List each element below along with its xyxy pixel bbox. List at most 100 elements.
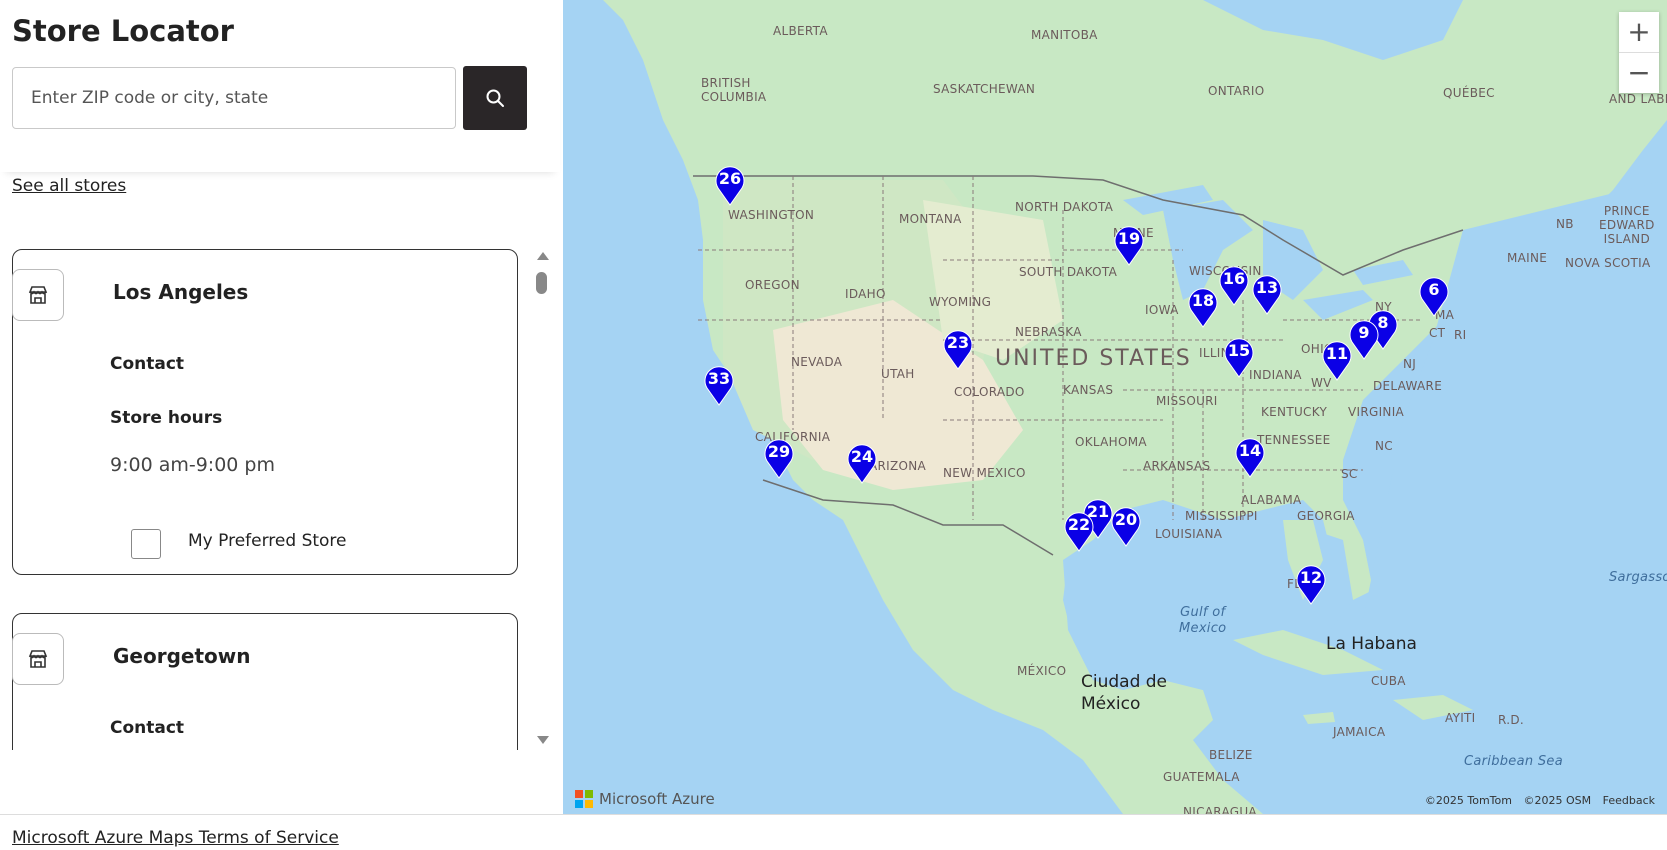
map-label-jamaica: JAMAICA [1333, 725, 1386, 739]
scroll-thumb[interactable] [536, 272, 547, 294]
map-label-nova-scotia: NOVA SCOTIA [1565, 256, 1651, 270]
map-label-mississippi: MISSISSIPPI [1185, 509, 1258, 523]
map-label-united-states: UNITED STATES [995, 346, 1192, 371]
store-pin[interactable]: 16 [1218, 262, 1250, 306]
map-label-new-mexico: NEW MEXICO [943, 466, 1026, 480]
map-label-and-labr: AND LABR [1609, 92, 1667, 106]
osm-attribution[interactable]: ©2025 OSM [1523, 794, 1591, 807]
microsoft-azure-logo: Microsoft Azure [575, 790, 715, 808]
store-pin[interactable]: 15 [1223, 334, 1255, 378]
map-label-arkansas: ARKANSAS [1143, 459, 1211, 473]
map-label-nicaragua: NICARAGUA [1183, 805, 1257, 814]
store-pin[interactable]: 24 [846, 440, 878, 484]
map-label-maine: MAINE [1507, 251, 1548, 265]
map-label-delaware: DELAWARE [1373, 379, 1443, 393]
map-label-alabama: ALABAMA [1241, 493, 1302, 507]
map-label-kentucky: KENTUCKY [1261, 405, 1328, 419]
store-pin[interactable]: 33 [703, 362, 735, 406]
store-pin[interactable]: 11 [1321, 337, 1353, 381]
store-hours-value: 9:00 am-9:00 pm [110, 454, 275, 476]
preferred-store-label: My Preferred Store [188, 531, 347, 551]
store-list-panel: Store Locator See all stores Los Angeles… [0, 0, 563, 814]
store-list-scrollbar[interactable] [535, 252, 549, 746]
store-pin[interactable]: 12 [1295, 561, 1327, 605]
zoom-out-button[interactable]: − [1619, 53, 1659, 93]
map-label-utah: UTAH [881, 367, 915, 381]
map-label-ciudad-de-mexico: Ciudad de México [1081, 672, 1168, 714]
map-label-wyoming: WYOMING [929, 295, 992, 309]
store-list[interactable]: Los Angeles Contact Store hours 9:00 am-… [0, 232, 540, 750]
zoom-in-button[interactable]: + [1619, 12, 1659, 52]
map-label-caribbean-sea: Caribbean Sea [1464, 754, 1563, 769]
terms-of-service-link[interactable]: Microsoft Azure Maps Terms of Service [12, 828, 339, 848]
map-label-georgia: GEORGIA [1297, 509, 1355, 523]
store-card[interactable]: Los Angeles Contact Store hours 9:00 am-… [12, 249, 518, 575]
store-pin[interactable]: 18 [1187, 284, 1219, 328]
map-label-nb: NB [1556, 217, 1574, 231]
map-label-indiana: INDIANA [1249, 368, 1302, 382]
map-label-la-habana: La Habana [1326, 634, 1417, 654]
map-label-nj: NJ [1403, 357, 1417, 371]
map-label-belize: BELIZE [1209, 748, 1253, 762]
store-map[interactable]: ALBERTA MANITOBA BRITISH COLUMBIA SASKAT… [563, 0, 1667, 814]
map-label-north-dakota: NORTH DAKOTA [1015, 200, 1114, 214]
store-pin[interactable]: 29 [763, 435, 795, 479]
map-label-idaho: IDAHO [845, 287, 886, 301]
map-label-ri: RI [1454, 328, 1467, 342]
store-pin[interactable]: 19 [1113, 222, 1145, 266]
scroll-up-arrow-icon[interactable] [537, 252, 549, 260]
microsoft-logo-icon [575, 790, 593, 808]
store-pin[interactable]: 20 [1110, 503, 1142, 547]
store-pin[interactable]: 23 [942, 326, 974, 370]
feedback-link[interactable]: Feedback [1603, 794, 1655, 807]
map-label-prince-edward-island: PRINCE EDWARD ISLAND [1599, 204, 1655, 246]
map-label-oregon: OREGON [745, 278, 800, 292]
store-icon [12, 269, 64, 321]
map-attribution: ©2025 TomTom ©2025 OSM Feedback [1417, 794, 1655, 807]
map-label-kansas: KANSAS [1063, 383, 1114, 397]
store-hours-label: Store hours [110, 408, 223, 428]
map-label-rd: R.D. [1498, 713, 1524, 727]
see-all-stores-link[interactable]: See all stores [12, 176, 126, 196]
map-label-oklahoma: OKLAHOMA [1075, 435, 1147, 449]
map-label-missouri: MISSOURI [1156, 394, 1218, 408]
scroll-down-arrow-icon[interactable] [537, 736, 549, 744]
map-label-guatemala: GUATEMALA [1163, 770, 1240, 784]
map-label-nevada: NEVADA [791, 355, 843, 369]
map-label-gulf-of-mexico: Gulf of Mexico [1179, 605, 1227, 636]
store-name[interactable]: Georgetown [113, 644, 250, 668]
store-pin[interactable]: 6 [1418, 273, 1450, 317]
store-pin[interactable]: 22 [1063, 508, 1095, 552]
map-label-ontario: ONTARIO [1208, 84, 1265, 98]
map-label-colorado: COLORADO [954, 385, 1025, 399]
map-label-alberta: ALBERTA [773, 24, 828, 38]
footer-divider [0, 814, 1667, 815]
search-input[interactable] [12, 67, 456, 129]
store-name[interactable]: Los Angeles [113, 280, 248, 304]
map-label-iowa: IOWA [1145, 303, 1179, 317]
brand-text: Microsoft Azure [599, 790, 715, 808]
map-label-virginia: VIRGINIA [1348, 405, 1405, 419]
store-pin[interactable]: 13 [1251, 271, 1283, 315]
page-title: Store Locator [12, 14, 234, 48]
store-card[interactable]: Georgetown Contact [12, 613, 518, 750]
store-pin[interactable]: 14 [1234, 434, 1266, 478]
tomtom-attribution[interactable]: ©2025 TomTom [1425, 794, 1512, 807]
map-label-saskatchewan: SASKATCHEWAN [933, 82, 1036, 96]
map-label-ayiti: AYITI [1445, 711, 1476, 725]
contact-label: Contact [110, 354, 185, 374]
contact-label: Contact [110, 718, 185, 738]
map-label-montana: MONTANA [899, 212, 962, 226]
map-label-quebec: QUÉBEC [1443, 86, 1495, 100]
search-icon [486, 89, 504, 107]
map-label-tennessee: TENNESSEE [1257, 433, 1331, 447]
map-label-nc: NC [1375, 439, 1393, 453]
preferred-store-checkbox[interactable] [131, 529, 161, 559]
map-label-mexico: MÉXICO [1017, 664, 1067, 678]
map-label-louisiana: LOUISIANA [1155, 527, 1223, 541]
map-label-sc: SC [1341, 467, 1358, 481]
map-label-manitoba: MANITOBA [1031, 28, 1098, 42]
map-label-sargasso: Sargasso [1609, 570, 1667, 585]
store-pin[interactable]: 26 [714, 162, 746, 206]
search-button[interactable] [463, 66, 527, 130]
